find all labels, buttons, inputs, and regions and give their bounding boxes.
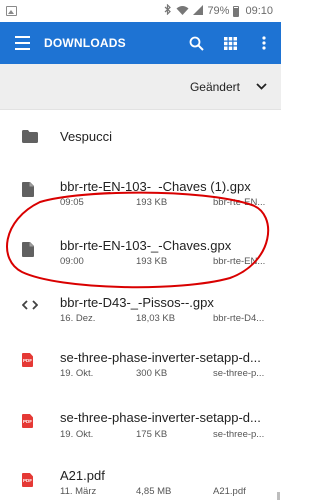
file-icon [22,242,34,257]
file-name: A21.pdf [60,468,105,483]
file-name: bbr-rte-D43-_-Pissos--.gpx [60,295,214,310]
file-meta: 09:05 193 KB bbr-rte-EN... [60,197,270,209]
chevron-down-icon [256,83,267,90]
status-bar: 79% 09:10 [0,0,281,22]
file-meta: 11. März 4,85 MB A21.pdf [60,486,270,498]
list-item[interactable]: PDF A21.pdf 11. März 4,85 MB A21.pdf [0,446,281,500]
file-date: 19. Okt. [60,368,94,379]
menu-button[interactable] [0,22,44,64]
bluetooth-icon [164,3,172,18]
list-item[interactable]: PDF se-three-phase-inverter-setapp-d... … [0,334,281,390]
code-icon [22,300,38,310]
file-name: se-three-phase-inverter-setapp-d... [60,350,261,365]
file-meta: 16. Dez. 18,03 KB bbr-rte-D4... [60,313,270,325]
file-icon [22,182,34,197]
battery-percent: 79% [207,5,230,17]
file-size: 193 KB [136,197,168,208]
file-date: 16. Dez. [60,313,96,324]
list-item[interactable]: bbr-rte-EN-103-_-Chaves.gpx 09:00 193 KB… [0,218,281,278]
more-options-button[interactable] [247,22,281,64]
file-meta: 09:00 193 KB bbr-rte-EN... [60,256,270,268]
grid-view-icon [223,36,237,50]
list-item-folder[interactable]: Vespucci [0,110,281,162]
file-source: bbr-rte-EN... [213,256,266,267]
file-source: se-three-p... [213,429,265,440]
sort-label: Geändert [189,79,240,94]
list-item[interactable]: bbr-rte-EN-103-_-Chaves (1).gpx 09:05 19… [0,162,281,218]
file-date: 19. Okt. [60,429,94,440]
pdf-icon: PDF [22,414,33,428]
file-date: 09:05 [60,197,84,208]
file-name: bbr-rte-EN-103-_-Chaves (1).gpx [60,179,251,194]
file-meta: 19. Okt. 175 KB se-three-p... [60,429,270,441]
file-date: 09:00 [60,256,84,267]
image-notification-icon [6,6,17,16]
list-item[interactable]: PDF se-three-phase-inverter-setapp-d... … [0,390,281,446]
file-source: bbr-rte-D4... [213,313,265,324]
file-size: 18,03 KB [136,313,176,324]
file-source: bbr-rte-EN... [213,197,266,208]
clock: 09:10 [245,5,273,17]
pdf-icon: PDF [22,473,33,487]
file-name: se-three-phase-inverter-setapp-d... [60,410,261,425]
sort-bar[interactable]: Geändert [0,64,281,110]
file-source: se-three-p... [213,368,265,379]
folder-icon [22,130,38,143]
file-source: A21.pdf [213,486,246,497]
file-size: 175 KB [136,429,168,440]
battery-icon [233,5,240,17]
file-date: 11. März [60,486,97,497]
file-size: 4,85 MB [136,486,172,497]
grid-view-button[interactable] [213,22,247,64]
search-icon [189,36,204,51]
more-vert-icon [262,36,266,50]
hamburger-icon [14,34,30,52]
page-title: DOWNLOADS [44,36,126,50]
wifi-icon [176,5,189,18]
list-item[interactable]: bbr-rte-D43-_-Pissos--.gpx 16. Dez. 18,0… [0,278,281,334]
search-button[interactable] [179,22,213,64]
file-size: 300 KB [136,368,168,379]
file-name: bbr-rte-EN-103-_-Chaves.gpx [60,238,232,253]
file-size: 193 KB [136,256,168,267]
app-bar: DOWNLOADS [0,22,281,64]
scrollbar-thumb[interactable] [277,492,280,500]
signal-icon [193,4,204,18]
file-name: Vespucci [60,129,113,144]
file-meta: 19. Okt. 300 KB se-three-p... [60,368,270,380]
pdf-icon: PDF [22,353,33,367]
